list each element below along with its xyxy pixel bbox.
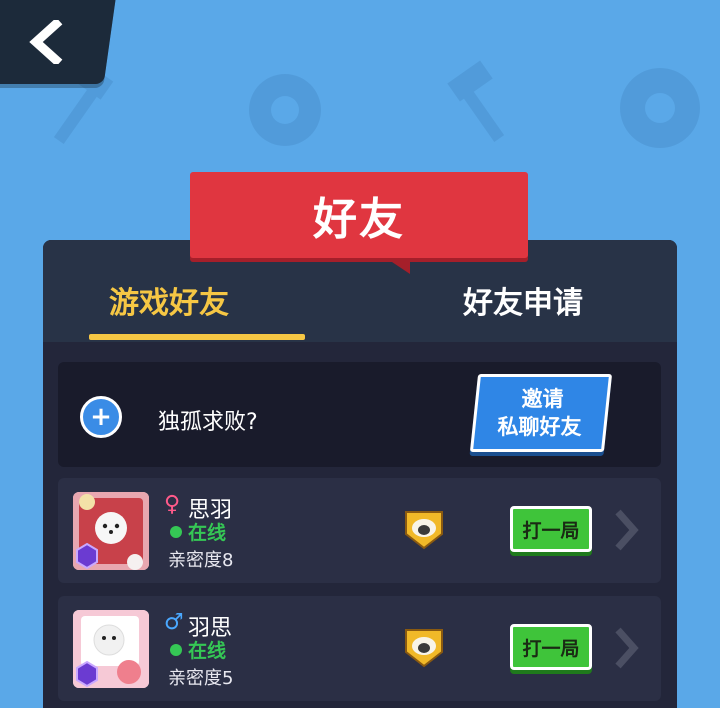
avatar-image <box>73 610 149 688</box>
friends-panel: 游戏好友 好友申请 + 独孤求败? 邀请 私聊好友 ♀ 思羽 在线 亲密度8 打… <box>43 240 677 708</box>
plus-icon[interactable]: + <box>80 396 122 438</box>
hammer-icon <box>447 60 505 143</box>
online-status-dot <box>170 644 182 656</box>
play-one-round-button[interactable]: 打一局 <box>510 624 592 670</box>
friend-row[interactable]: ♂ 羽思 在线 亲密度5 打一局 <box>58 596 661 701</box>
invite-card: + 独孤求败? 邀请 私聊好友 <box>58 362 661 467</box>
online-status: 在线 <box>188 522 227 544</box>
tab-game-friends[interactable]: 游戏好友 <box>109 278 229 322</box>
active-tab-indicator <box>89 334 305 340</box>
bomb-skull-icon <box>249 74 321 146</box>
avatar[interactable] <box>73 492 149 570</box>
bomb-skull-icon <box>620 68 700 148</box>
online-status-dot <box>170 526 182 538</box>
page-title-banner: 好友 <box>190 172 528 274</box>
intimacy-level: 亲密度5 <box>168 668 234 689</box>
sheep-rank-badge-icon <box>405 629 443 668</box>
gender-female-icon: ♀ <box>164 492 181 517</box>
chevron-right-icon[interactable] <box>610 624 642 672</box>
gender-male-icon: ♂ <box>164 610 184 635</box>
chevron-right-icon[interactable] <box>610 506 642 554</box>
sheep-rank-badge-icon <box>405 511 443 550</box>
invite-button-line1: 邀请 <box>521 387 564 411</box>
avatar[interactable] <box>73 610 149 688</box>
friend-row[interactable]: ♀ 思羽 在线 亲密度8 打一局 <box>58 478 661 583</box>
intimacy-level: 亲密度8 <box>168 550 234 571</box>
invite-prompt: 独孤求败? <box>158 410 258 435</box>
tab-friend-requests[interactable]: 好友申请 <box>463 278 583 322</box>
online-status: 在线 <box>188 640 227 662</box>
page-title: 好友 <box>313 194 405 245</box>
avatar-image <box>73 492 149 570</box>
invite-button-line2: 私聊好友 <box>497 415 582 439</box>
play-one-round-button[interactable]: 打一局 <box>510 506 592 552</box>
back-arrow-icon[interactable] <box>26 20 66 64</box>
invite-private-chat-button[interactable]: 邀请 私聊好友 <box>469 374 613 452</box>
